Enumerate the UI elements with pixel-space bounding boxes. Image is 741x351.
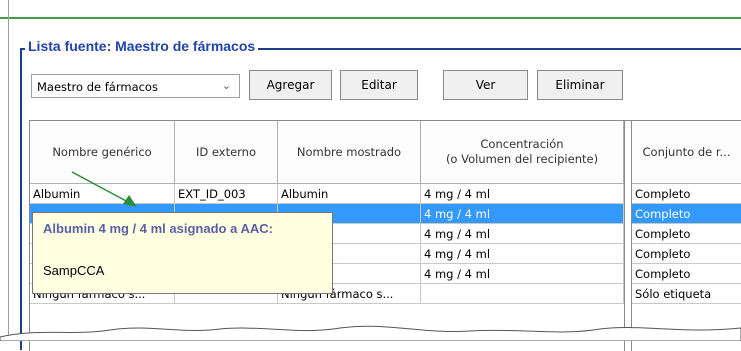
- tooltip-title: Albumin 4 mg / 4 ml asignado a AAC:: [43, 221, 273, 236]
- assignment-tooltip: Albumin 4 mg / 4 ml asignado a AAC: Samp…: [32, 212, 333, 294]
- torn-edge: [0, 325, 741, 341]
- tooltip-value: SampCCA: [43, 263, 105, 278]
